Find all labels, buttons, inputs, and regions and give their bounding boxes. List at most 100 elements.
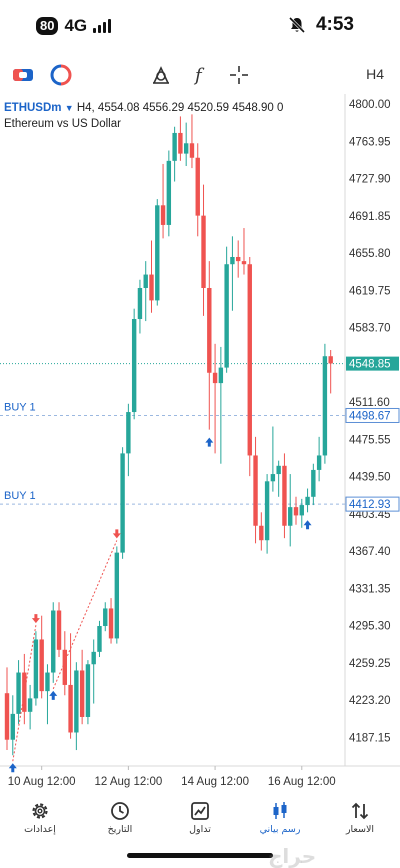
candle-body [293, 507, 299, 516]
price-tick-label: 4655.80 [349, 248, 391, 260]
candle-body [207, 287, 212, 373]
candle-body [305, 496, 310, 506]
buy-arrow-icon [49, 690, 58, 700]
price-tick-label: 4475.55 [349, 434, 391, 446]
candle-body [311, 469, 316, 497]
trade-chart-icon [191, 802, 209, 820]
symbol-name[interactable]: ETHUSDm [4, 102, 62, 114]
candle-body [160, 205, 166, 225]
home-indicator [127, 853, 273, 858]
candle-body [45, 672, 50, 692]
candle-body [172, 132, 177, 161]
tab-label: الاسعار [345, 824, 375, 835]
candle-body [22, 672, 27, 712]
timeframe-button[interactable]: H4 [366, 66, 384, 82]
candle-body [201, 215, 206, 288]
symbol-description: Ethereum vs US Dollar [4, 118, 121, 130]
bell-muted-icon [288, 16, 306, 34]
time-tick-label: 14 Aug 12:00 [181, 776, 249, 788]
status-left: 80 4G [36, 16, 112, 36]
candle-body [253, 455, 258, 526]
indicator-icon[interactable] [48, 62, 74, 88]
price-tick-label: 4583.70 [349, 323, 391, 335]
sell-arrow-icon [31, 614, 40, 624]
candle-body [79, 670, 85, 717]
candle-body [85, 664, 91, 717]
history-icon [111, 802, 129, 820]
bottom-tab-bar: إعدادات التاريخ تداول رسم بياني الاسعار [0, 796, 400, 846]
candle-body [241, 261, 247, 265]
price-tick-label: 4259.25 [349, 658, 391, 670]
price-tick-label: 4691.85 [349, 211, 391, 223]
candle-body [16, 672, 21, 714]
candle-body [74, 670, 79, 733]
tab-history[interactable]: التاريخ [80, 796, 160, 846]
candle-body [149, 274, 154, 301]
buy-arrow-icon [205, 437, 214, 447]
price-tick-label: 4295.30 [349, 621, 391, 633]
candle-body [212, 372, 218, 384]
sell-arrow-icon [112, 529, 121, 539]
candle-body [224, 264, 229, 368]
candle-body [288, 507, 293, 526]
battery-indicator: 80 [36, 17, 59, 35]
price-chart[interactable]: 4800.00 4763.95 4727.90 4691.85 4655.80 4619.… [0, 94, 400, 794]
symbol-dropdown-icon[interactable]: ▼ [65, 103, 74, 113]
order-label: BUY 1 [4, 490, 36, 502]
candle-body [137, 287, 143, 320]
candle-body [276, 465, 281, 475]
price-tick-label: 4367.40 [349, 546, 391, 558]
ohlc-summary: H4, 4554.08 4556.29 4520.59 4548.90 0 [76, 102, 284, 114]
candle-body [166, 160, 172, 225]
crosshair-icon[interactable] [226, 62, 252, 88]
candle-body [4, 693, 10, 740]
candle-body [236, 256, 241, 262]
candle-body [114, 552, 120, 639]
time-tick-label: 10 Aug 12:00 [8, 776, 76, 788]
order-price-label: 4412.93 [349, 499, 391, 511]
price-tick-label: 4763.95 [349, 136, 391, 148]
chart-toolbar: f H4 [0, 58, 400, 92]
buy-arrow-icon [303, 520, 312, 530]
price-tick-label: 4800.00 [349, 99, 391, 111]
candle-body [230, 256, 235, 265]
clock: 4:53 [315, 14, 354, 35]
quotes-icon [351, 802, 369, 820]
candles-icon [273, 802, 287, 819]
order-price-label: 4498.67 [349, 410, 391, 422]
candle-body [103, 608, 108, 627]
tab-settings[interactable]: إعدادات [0, 796, 80, 846]
candle-body [218, 367, 224, 384]
objects-icon[interactable] [148, 62, 174, 88]
tab-chart[interactable]: رسم بياني [240, 796, 320, 846]
status-right: 4:53 [288, 14, 354, 36]
candle-body [126, 412, 131, 454]
candle-body [178, 132, 183, 154]
chart-header: ETHUSDm ▼ H4, 4554.08 4556.29 4520.59 45… [4, 100, 283, 132]
candle-body [189, 143, 195, 158]
gear-icon [32, 803, 48, 819]
price-tick-label: 4331.35 [349, 583, 391, 595]
candle-body [143, 274, 148, 288]
signal-icon [93, 19, 112, 33]
candle-body [247, 264, 252, 456]
candle-body [108, 608, 114, 639]
candle-body [97, 626, 102, 652]
function-icon[interactable]: f [188, 62, 214, 88]
status-bar: 80 4G 4:53 [0, 0, 400, 54]
tab-label: إعدادات [24, 824, 56, 835]
tab-label: تداول [189, 824, 211, 835]
tab-label: التاريخ [107, 824, 133, 835]
candle-body [10, 713, 15, 740]
candle-body [328, 356, 333, 364]
trade-icon[interactable] [10, 62, 36, 88]
candle-body [27, 698, 33, 712]
candle-body [264, 481, 270, 541]
svg-text:f: f [193, 65, 205, 86]
candle-body [259, 525, 264, 541]
candle-body [56, 610, 62, 650]
tab-trade[interactable]: تداول [160, 796, 240, 846]
candle-body [51, 610, 56, 673]
tab-quotes[interactable]: الاسعار [320, 796, 400, 846]
price-tick-label: 4619.75 [349, 285, 391, 297]
